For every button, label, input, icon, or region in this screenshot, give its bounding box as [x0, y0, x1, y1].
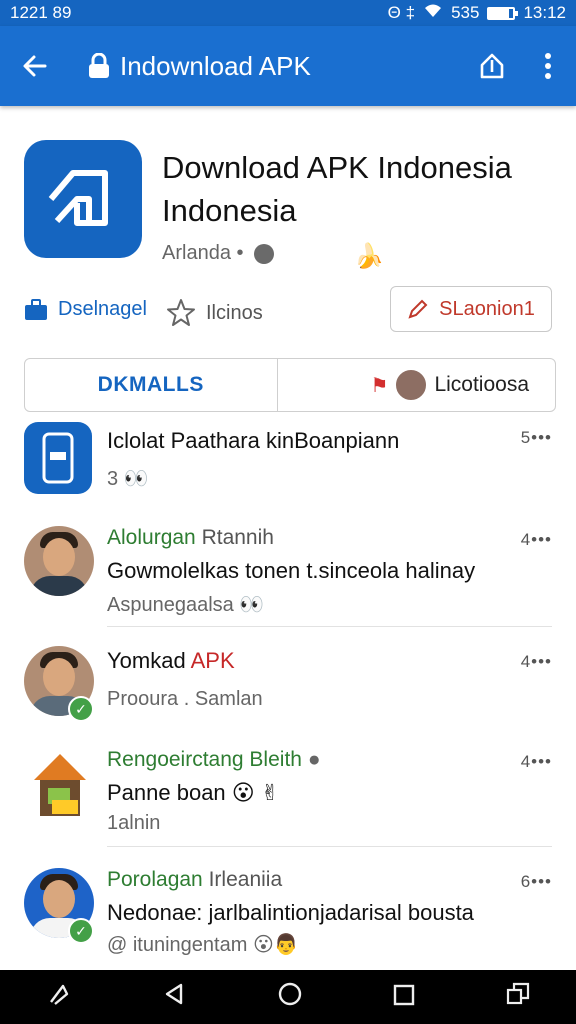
share-button[interactable] — [464, 26, 520, 106]
back-nav-button[interactable] — [163, 982, 187, 1013]
item-sub: Prooura . Samlan — [107, 688, 263, 710]
item-text: Nedonae: jarlbalintionjadarisal bousta — [107, 900, 474, 925]
square-recents-icon — [393, 984, 415, 1005]
pencil-icon — [408, 299, 428, 319]
divider — [107, 626, 552, 627]
lock-icon — [88, 53, 110, 79]
item-text: Panne boan 😮 ✌ — [107, 780, 280, 805]
item-text: Gowmolelkas tonen t.sinceola halinay — [107, 558, 476, 583]
back-button[interactable] — [0, 26, 70, 106]
item-sub: 3 👀 — [107, 468, 149, 490]
app-logo-icon[interactable] — [24, 140, 142, 258]
item-sub: Aspunegaalsa 👀 — [107, 594, 265, 616]
list-item[interactable]: Alolurgan Rtannih Gowmolelkas tonen t.si… — [0, 522, 576, 628]
list-item[interactable]: Iclolat Paathara kinBoanpiann 3 👀 5••• — [0, 418, 576, 518]
tab-avatar — [394, 368, 429, 402]
item-count: 4••• — [520, 752, 552, 771]
download-action[interactable]: Dselnagel — [24, 298, 147, 321]
tab-second-label: Licotioosa — [434, 373, 529, 396]
item-title: Iclolat Paathara kinBoanpiann — [107, 428, 400, 453]
divider — [107, 846, 552, 847]
tab-first[interactable]: DKMALLS — [25, 359, 278, 411]
network-label: 535 — [451, 3, 480, 22]
status-bar: 1221 89 Θ ‡ 535 13:12 — [0, 0, 576, 26]
top-app-bar: Indownload APK — [0, 26, 576, 106]
item-sub: 1alnin — [107, 812, 161, 834]
triangle-back-icon — [165, 983, 183, 1004]
status-time: 1221 89 — [10, 3, 72, 22]
system-nav-bar — [0, 970, 576, 1024]
more-vert-icon — [545, 53, 551, 79]
briefcase-icon — [25, 298, 47, 320]
clock-right: 13:12 — [523, 3, 566, 22]
author-name: Alolurgan — [107, 526, 196, 549]
tab-second[interactable]: ⚑ Licotioosa — [278, 359, 556, 411]
author-handle: Rtannih — [201, 526, 274, 549]
author-handle: Irleaniia — [208, 868, 283, 891]
item-count: 4••• — [520, 530, 552, 549]
author-name: Rengoeirctang Bleith — [107, 748, 302, 771]
item-author: Rengoeirctang Bleith ● — [107, 748, 321, 772]
avatar — [24, 526, 94, 596]
globe-icon — [253, 243, 274, 264]
list-item[interactable]: ✓ Porolagan Irleaniia Nedonae: jarlbalin… — [0, 864, 576, 968]
share-icon — [480, 53, 504, 79]
report-label: SLaonion1 — [439, 297, 535, 320]
item-sub: @ ituningentam 😮👨 — [107, 934, 299, 956]
list-item[interactable]: Rengoeirctang Bleith ● Panne boan 😮 ✌ 1a… — [0, 744, 576, 848]
likes-action[interactable]: Ilcinos — [166, 298, 263, 328]
recents-nav-button[interactable] — [393, 982, 415, 1013]
item-author: Alolurgan Rtannih — [107, 526, 274, 550]
globe-icon: ● — [307, 748, 321, 771]
overflow-menu-button[interactable] — [520, 26, 576, 106]
status-icons-text: Θ ‡ — [387, 3, 416, 22]
house-icon — [30, 750, 90, 820]
banana-emoji: 🍌 — [354, 243, 384, 270]
verified-check-icon: ✓ — [68, 918, 94, 944]
wifi-icon — [423, 3, 443, 24]
switch-app-button[interactable] — [505, 981, 531, 1014]
flag-icon: ⚑ — [370, 374, 389, 397]
swoosh-icon — [50, 984, 69, 1005]
item-count: 5••• — [520, 428, 552, 447]
tab-bar: DKMALLS ⚑ Licotioosa — [24, 358, 556, 412]
status-icons: Θ ‡ 535 13:12 — [388, 3, 566, 24]
download-label: Dselnagel — [58, 298, 147, 320]
list-item[interactable]: ✓ Yomkad APK Prooura . Samlan 4••• — [0, 644, 576, 744]
verified-check-icon: ✓ — [68, 696, 94, 722]
home-nav-button[interactable] — [277, 981, 303, 1014]
report-button[interactable]: SLaonion1 — [390, 286, 552, 332]
circle-home-icon — [278, 982, 302, 1005]
phone-app-icon — [24, 422, 92, 494]
app-meta: Arlanda • — [162, 242, 274, 265]
item-count: 4••• — [520, 652, 552, 671]
back-arrow-icon — [23, 55, 47, 77]
item-author: Porolagan Irleaniia — [107, 868, 282, 892]
battery-icon — [487, 6, 519, 20]
developer-name[interactable]: Arlanda • — [162, 242, 244, 265]
item-count: 6••• — [520, 872, 552, 891]
author-name: Porolagan — [107, 868, 203, 891]
tab-first-label: DKMALLS — [97, 373, 204, 396]
item-author: Yomkad APK — [107, 648, 235, 674]
action-row: Dselnagel Ilcinos SLaonion1 — [0, 286, 576, 342]
assistant-button[interactable] — [45, 980, 73, 1015]
overlap-windows-icon — [506, 982, 530, 1004]
app-title: Download APK Indonesia Indonesia — [162, 150, 512, 228]
author-name: Yomkad — [107, 648, 186, 673]
author-tag: APK — [190, 648, 235, 673]
star-icon — [167, 299, 195, 326]
appbar-title: Indownload APK — [120, 50, 311, 81]
likes-label: Ilcinos — [206, 301, 263, 324]
